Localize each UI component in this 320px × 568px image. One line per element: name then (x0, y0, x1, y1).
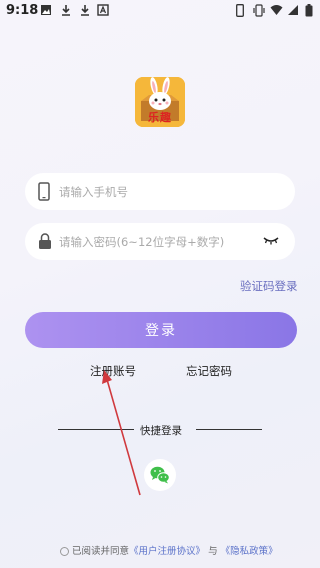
wifi-icon (270, 5, 283, 15)
app-notification-icon (97, 4, 109, 16)
logo-text: 乐趣 (148, 111, 172, 124)
lock-icon (39, 233, 51, 249)
signal-icon (288, 5, 298, 15)
app-logo: 乐趣 (135, 77, 185, 127)
phone-icon (236, 4, 244, 17)
status-bar: 9:18 (0, 0, 320, 22)
eye-closed-icon[interactable] (263, 236, 279, 246)
annotation-arrow (102, 370, 141, 496)
agree-radio[interactable] (60, 547, 69, 556)
divider-right (196, 429, 262, 430)
user-agreement-link[interactable]: 《用户注册协议》 (129, 546, 205, 557)
status-time: 9:18 (6, 3, 39, 18)
forgot-password-link[interactable]: 忘记密码 (186, 363, 232, 379)
privacy-policy-link[interactable]: 《隐私政策》 (221, 546, 278, 557)
battery-icon (305, 4, 313, 17)
verify-code-login-link[interactable]: 验证码登录 (240, 278, 298, 294)
phone-input[interactable] (59, 173, 259, 210)
phone-field[interactable] (25, 173, 295, 210)
vibrate-icon (253, 4, 265, 17)
password-field[interactable] (25, 223, 295, 260)
password-input[interactable] (59, 223, 259, 260)
download-icon (62, 5, 70, 16)
image-notification-icon (41, 5, 51, 15)
mobile-phone-icon (38, 182, 50, 201)
agreement-row: 已阅读并同意《用户注册协议》 与 《隐私政策》 (60, 543, 278, 557)
agree-and: 与 (208, 546, 218, 557)
agree-prefix: 已阅读并同意 (72, 546, 130, 557)
download-icon (81, 5, 89, 16)
login-button[interactable]: 登录 (25, 312, 297, 348)
